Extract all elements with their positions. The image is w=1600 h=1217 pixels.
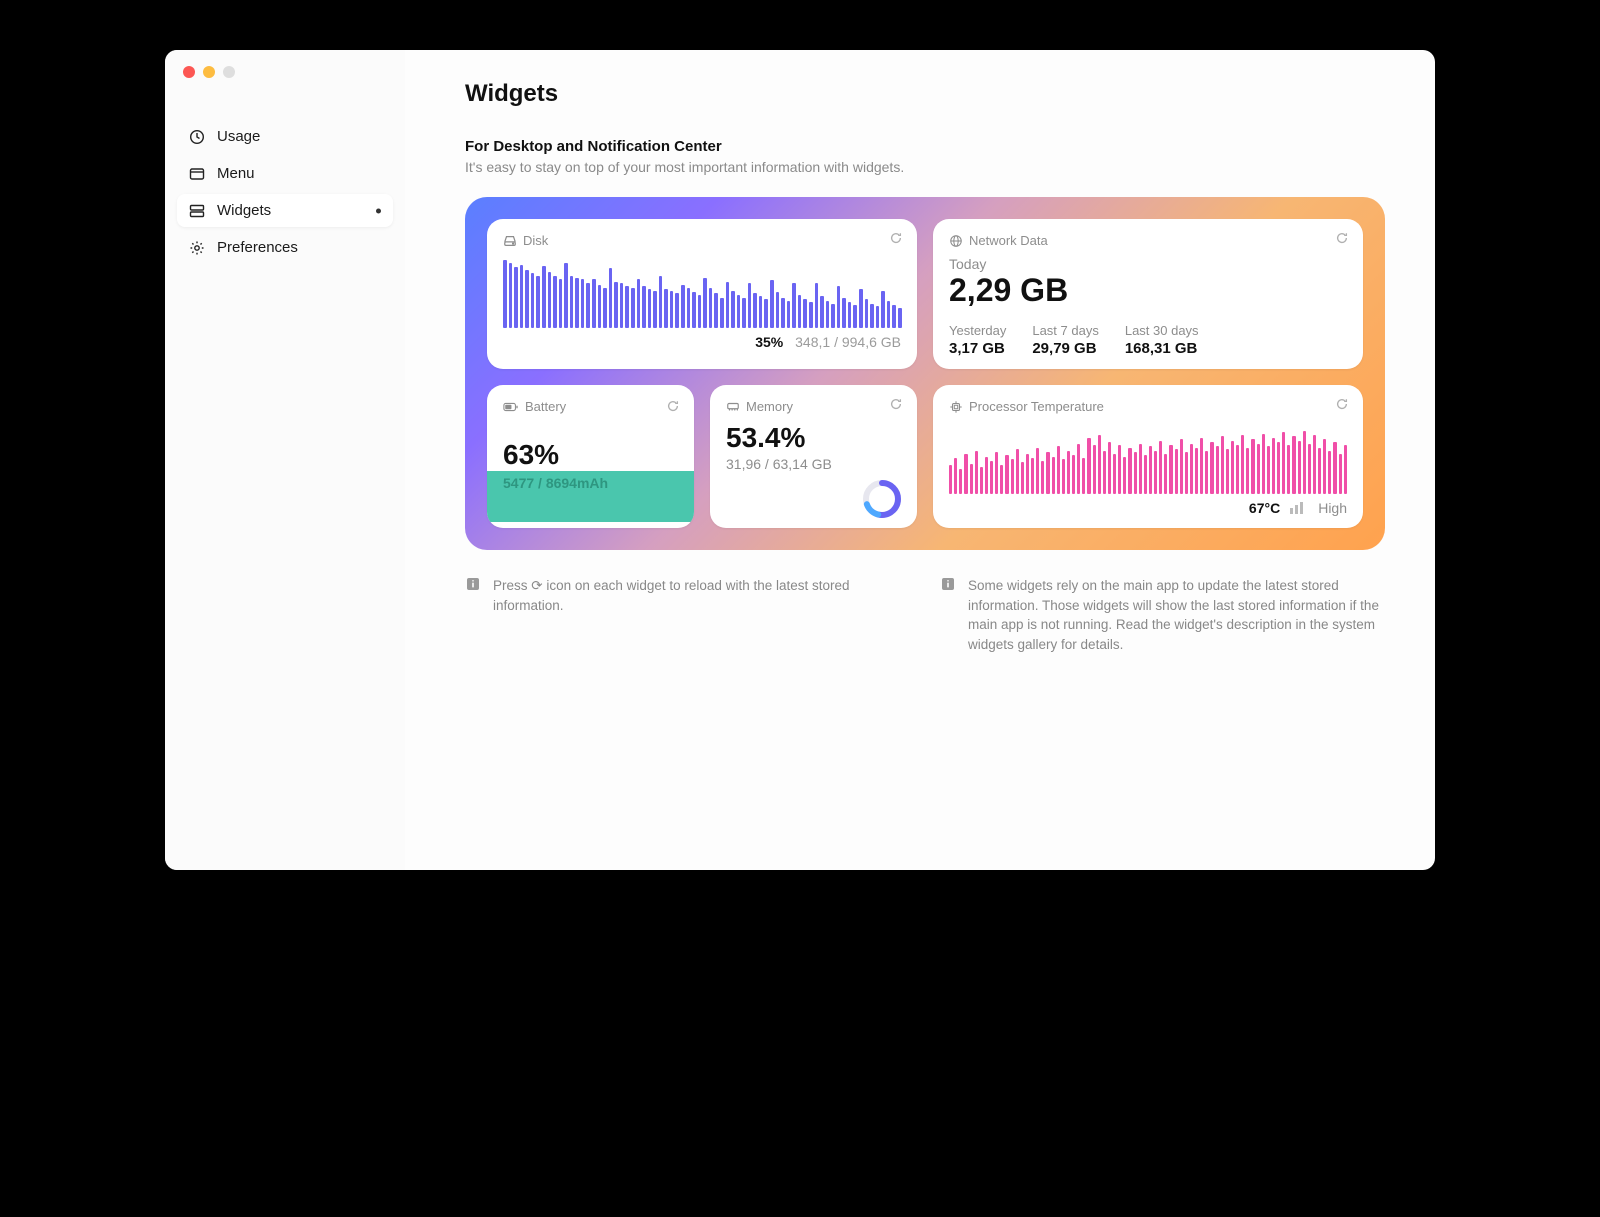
disk-footer: 35% 348,1 / 994,6 GB (503, 334, 901, 350)
memory-donut-chart (861, 478, 903, 520)
network-stat: Last 7 days 29,79 GB (1032, 323, 1099, 357)
disk-detail: 348,1 / 994,6 GB (795, 334, 901, 350)
widget-title: Network Data (969, 233, 1048, 248)
disk-chart (503, 256, 901, 328)
network-stat: Last 30 days 168,31 GB (1125, 323, 1199, 357)
sidebar-item-label: Preferences (217, 239, 298, 256)
window-controls (183, 66, 235, 78)
zoom-window-button[interactable] (223, 66, 235, 78)
reload-button[interactable] (1335, 231, 1349, 245)
bars-icon (1290, 502, 1308, 514)
stat-label: Yesterday (949, 323, 1006, 338)
battery-detail: 5477 / 8694mAh (503, 475, 678, 491)
processor-chart (949, 422, 1347, 494)
stat-value: 168,31 GB (1125, 340, 1199, 357)
processor-status-label: High (1318, 500, 1347, 516)
info-icon (465, 576, 481, 654)
window-icon (189, 166, 205, 182)
section-subtitle: For Desktop and Notification Center (465, 138, 1385, 155)
battery-fill: 5477 / 8694mAh (487, 471, 694, 522)
gear-icon (189, 240, 205, 256)
disk-percent: 35% (755, 334, 783, 350)
stat-value: 29,79 GB (1032, 340, 1099, 357)
battery-percent: 63% (487, 437, 694, 471)
note-text: Some widgets rely on the main app to upd… (968, 576, 1385, 654)
memory-icon (726, 400, 740, 414)
network-today-label: Today (949, 256, 1347, 272)
network-today-value: 2,29 GB (949, 272, 1347, 309)
reload-button[interactable] (889, 397, 903, 411)
widget-title: Disk (523, 233, 548, 248)
reload-button[interactable] (1335, 397, 1349, 411)
sidebar-item-label: Widgets (217, 202, 271, 219)
memory-percent: 53.4% (726, 422, 901, 454)
sidebar: Usage Menu Widgets Preferences (165, 50, 405, 870)
widget-title: Battery (525, 399, 566, 414)
info-note: Some widgets rely on the main app to upd… (940, 576, 1385, 654)
clock-icon (189, 129, 205, 145)
disk-icon (503, 234, 517, 248)
info-icon (940, 576, 956, 654)
widget-memory: Memory 53.4% 31,96 / 63,14 GB (710, 385, 917, 528)
stat-label: Last 7 days (1032, 323, 1099, 338)
widget-processor-temp: Processor Temperature 67°C High (933, 385, 1363, 528)
globe-icon (949, 234, 963, 248)
sidebar-item-label: Usage (217, 128, 260, 145)
widget-title: Memory (746, 399, 793, 414)
section-description: It's easy to stay on top of your most im… (465, 159, 1385, 175)
page-title: Widgets (465, 80, 1385, 108)
processor-temp-value: 67°C (1249, 500, 1280, 516)
sidebar-item-preferences[interactable]: Preferences (177, 231, 393, 264)
widgets-icon (189, 203, 205, 219)
info-notes: Press ⟳ icon on each widget to reload wi… (465, 576, 1385, 654)
widget-disk: Disk 35% 348,1 / 994,6 GB (487, 219, 917, 369)
network-stats-row: Yesterday3,17 GBLast 7 days29,79 GBLast … (949, 323, 1347, 357)
minimize-window-button[interactable] (203, 66, 215, 78)
widget-network: Network Data Today 2,29 GB Yesterday 3,17… (933, 219, 1363, 369)
reload-button[interactable] (666, 399, 680, 413)
widget-title: Processor Temperature (969, 399, 1104, 414)
widgets-preview: Disk 35% 348,1 / 994,6 GB Network Data (465, 197, 1385, 550)
battery-icon (503, 400, 519, 414)
widget-battery: Battery 63% 5477 / 8694mAh (487, 385, 694, 528)
note-text: Press ⟳ icon on each widget to reload wi… (493, 576, 910, 654)
active-indicator-icon (376, 208, 381, 213)
reload-button[interactable] (889, 231, 903, 245)
sidebar-item-usage[interactable]: Usage (177, 120, 393, 153)
memory-detail: 31,96 / 63,14 GB (726, 456, 901, 472)
sidebar-item-label: Menu (217, 165, 255, 182)
close-window-button[interactable] (183, 66, 195, 78)
info-note: Press ⟳ icon on each widget to reload wi… (465, 576, 910, 654)
app-window: Usage Menu Widgets Preferences Widgets F… (165, 50, 1435, 870)
network-stat: Yesterday 3,17 GB (949, 323, 1006, 357)
main-content: Widgets For Desktop and Notification Cen… (405, 50, 1435, 870)
stat-label: Last 30 days (1125, 323, 1199, 338)
sidebar-item-menu[interactable]: Menu (177, 157, 393, 190)
sidebar-item-widgets[interactable]: Widgets (177, 194, 393, 227)
cpu-icon (949, 400, 963, 414)
stat-value: 3,17 GB (949, 340, 1006, 357)
